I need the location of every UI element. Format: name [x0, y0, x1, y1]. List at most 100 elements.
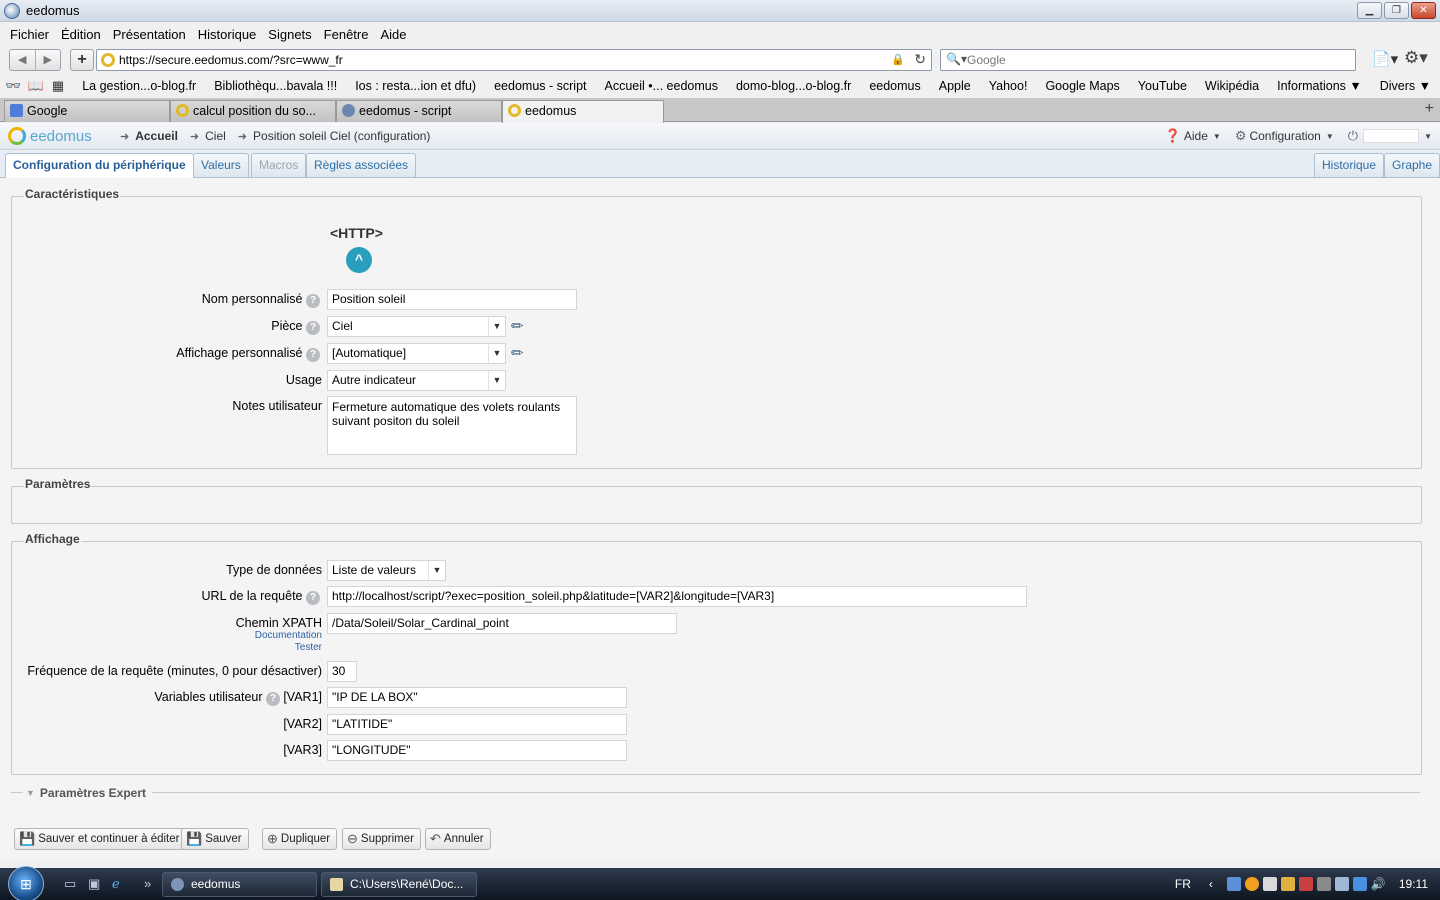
page-menu-icon[interactable]: 📄▾ — [1372, 50, 1398, 68]
bookmark-item[interactable]: Ios : resta...ion et dfu) — [346, 79, 485, 93]
reload-icon[interactable]: ↻ — [914, 51, 926, 68]
duplicate-button[interactable]: ⊕ Dupliquer — [262, 828, 338, 850]
help-icon[interactable]: ? — [306, 348, 320, 362]
language-indicator[interactable]: FR — [1175, 877, 1191, 891]
room-select[interactable]: Ciel ▼ — [327, 316, 506, 337]
tab-valeurs[interactable]: Valeurs — [193, 153, 249, 177]
bookmark-item[interactable]: Apple — [930, 79, 980, 93]
maximize-button[interactable]: ❐ — [1384, 2, 1409, 19]
close-button[interactable]: ✕ — [1411, 2, 1436, 19]
start-button[interactable]: ⊞ — [8, 866, 44, 900]
frequency-input[interactable]: 30 — [327, 661, 357, 682]
tab-graphe[interactable]: Graphe — [1384, 153, 1440, 177]
show-desktop-icon[interactable]: ▭ — [64, 876, 76, 892]
collapse-up-button[interactable]: ^ — [346, 247, 372, 273]
breadcrumb-room[interactable]: Ciel — [205, 129, 226, 143]
var2-input[interactable]: "LATITIDE" — [327, 714, 627, 735]
menu-fichier[interactable]: Fichier — [4, 27, 55, 42]
bookmark-item[interactable]: domo-blog...o-blog.fr — [727, 79, 860, 93]
menu-signets[interactable]: Signets — [262, 27, 317, 42]
browser-tab[interactable]: Google — [4, 100, 170, 122]
taskbar-item[interactable]: C:\Users\René\Doc... — [321, 872, 477, 897]
help-icon[interactable]: ? — [306, 294, 320, 308]
datatype-select[interactable]: Liste de valeurs ▼ — [327, 560, 446, 581]
tray-app-icon[interactable] — [1226, 877, 1241, 891]
reading-list-icon[interactable]: 📖 — [26, 78, 44, 94]
test-link[interactable]: Tester — [200, 642, 322, 653]
url-input[interactable]: http://localhost/script/?exec=position_s… — [327, 586, 1027, 607]
user-menu[interactable]: ⏻ ▼ — [1348, 128, 1432, 144]
address-bar[interactable]: https://secure.eedomus.com/?src=www_fr 🔒… — [96, 49, 932, 71]
bookmark-item[interactable]: YouTube — [1129, 79, 1196, 93]
tray-app-icon[interactable] — [1280, 877, 1295, 891]
browser-tab-active[interactable]: eedomus — [502, 100, 664, 123]
volume-icon[interactable]: 🔊 — [1371, 877, 1386, 891]
save-button[interactable]: 💾 Sauver — [181, 828, 249, 850]
menu-historique[interactable]: Historique — [192, 27, 263, 42]
var1-input[interactable]: "IP DE LA BOX" — [327, 687, 627, 708]
menu-fenetre[interactable]: Fenêtre — [318, 27, 375, 42]
help-icon[interactable]: ? — [306, 321, 320, 335]
save-continue-button[interactable]: 💾 Sauver et continuer à éditer — [14, 828, 187, 850]
edit-pencil-icon[interactable]: ✏ — [511, 317, 524, 335]
tray-app-icon[interactable] — [1262, 877, 1277, 891]
search-icon[interactable]: 🔍▾ — [946, 52, 967, 66]
delete-button[interactable]: ⊖ Supprimer — [342, 828, 421, 850]
help-menu[interactable]: ❓ Aide ▼ — [1165, 128, 1221, 144]
configuration-menu[interactable]: ⚙ Configuration ▼ — [1235, 128, 1334, 144]
bookmark-item[interactable]: Google Maps — [1036, 79, 1128, 93]
clock[interactable]: 19:11 — [1399, 877, 1428, 891]
taskbar-item[interactable]: eedomus — [162, 872, 317, 897]
tray-app-icon[interactable] — [1316, 877, 1331, 891]
bookmark-folder[interactable]: Informations ▼ — [1268, 79, 1371, 93]
tab-macros[interactable]: Macros — [251, 153, 307, 177]
bookmark-folder[interactable]: Divers ▼ — [1371, 79, 1440, 93]
tab-regles[interactable]: Règles associées — [306, 153, 417, 177]
forward-button[interactable]: ▶ — [36, 50, 61, 70]
tray-app-icon[interactable] — [1298, 877, 1313, 891]
minimize-button[interactable]: ▁ — [1357, 2, 1382, 19]
var3-input[interactable]: "LONGITUDE" — [327, 740, 627, 761]
search-field[interactable]: 🔍▾ Google — [940, 49, 1356, 71]
bookmark-item[interactable]: eedomus - script — [485, 79, 595, 93]
breadcrumb-home[interactable]: Accueil — [135, 129, 178, 143]
bookmark-item[interactable]: eedomus — [860, 79, 929, 93]
browser-tab[interactable]: eedomus - script — [336, 100, 502, 122]
reader-glasses-icon[interactable]: 👓 — [4, 78, 22, 94]
name-input[interactable]: Position soleil — [327, 289, 577, 310]
network-icon[interactable] — [1352, 877, 1367, 891]
url-text[interactable]: https://secure.eedomus.com/?src=www_fr — [119, 53, 343, 67]
documentation-link[interactable]: Documentation — [200, 630, 322, 641]
help-icon[interactable]: ? — [306, 591, 320, 605]
add-bookmark-button[interactable]: + — [70, 49, 94, 71]
back-button[interactable]: ◀ — [10, 50, 36, 70]
display-select[interactable]: [Automatique] ▼ — [327, 343, 506, 364]
bookmark-item[interactable]: Bibliothèqu...bavala !!! — [205, 79, 346, 93]
tray-app-icon[interactable] — [1244, 877, 1259, 891]
bookmark-item[interactable]: Accueil •... eedomus — [596, 79, 727, 93]
expert-params-toggle[interactable]: ▼ Paramètres Expert — [26, 786, 146, 800]
quicklaunch-more-icon[interactable]: » — [144, 876, 151, 891]
bookmark-item[interactable]: Wikipédia — [1196, 79, 1268, 93]
menu-edition[interactable]: Édition — [55, 27, 107, 42]
browser-tab[interactable]: calcul position du so... — [170, 100, 336, 122]
menu-presentation[interactable]: Présentation — [107, 27, 192, 42]
tray-expand-icon[interactable]: ‹ — [1209, 877, 1223, 891]
bookmark-item[interactable]: La gestion...o-blog.fr — [73, 79, 205, 93]
tab-configuration[interactable]: Configuration du périphérique — [5, 153, 194, 178]
window-switch-icon[interactable]: ▣ — [88, 876, 100, 892]
menu-aide[interactable]: Aide — [374, 27, 412, 42]
cancel-button[interactable]: ↶ Annuler — [425, 828, 491, 850]
eedomus-logo[interactable]: eedomus — [8, 127, 92, 145]
settings-gear-icon[interactable]: ⚙▾ — [1404, 48, 1428, 68]
tab-historique[interactable]: Historique — [1314, 153, 1385, 177]
usage-select[interactable]: Autre indicateur ▼ — [327, 370, 506, 391]
bookmark-item[interactable]: Yahoo! — [980, 79, 1037, 93]
xpath-input[interactable]: /Data/Soleil/Solar_Cardinal_point — [327, 613, 677, 634]
tray-app-icon[interactable] — [1334, 877, 1349, 891]
edit-pencil-icon[interactable]: ✏ — [511, 344, 524, 362]
top-sites-grid-icon[interactable]: ▦ — [49, 78, 67, 94]
notes-textarea[interactable]: Fermeture automatique des volets roulant… — [327, 396, 577, 455]
new-tab-icon[interactable]: + — [1425, 100, 1434, 118]
internet-explorer-icon[interactable]: ℯ — [112, 876, 120, 892]
